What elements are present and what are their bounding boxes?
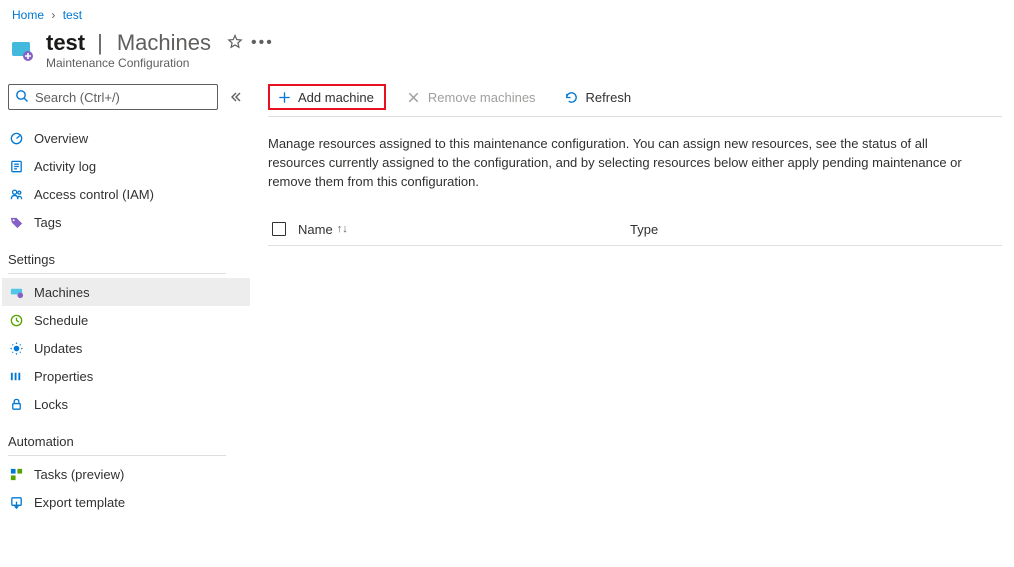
sidebar-item-label: Machines (34, 285, 90, 300)
breadcrumb-current[interactable]: test (63, 8, 82, 22)
page-header: test | Machines ••• Maintenance Configur… (0, 26, 1014, 70)
column-type-label: Type (630, 222, 658, 237)
sidebar-item-label: Tags (34, 215, 61, 230)
sidebar-item-access-control[interactable]: Access control (IAM) (2, 180, 250, 208)
page-description: Manage resources assigned to this mainte… (268, 135, 988, 192)
sidebar-item-label: Access control (IAM) (34, 187, 154, 202)
page-title-name: test (46, 30, 85, 56)
more-actions-icon[interactable]: ••• (251, 39, 274, 47)
sidebar-item-activity-log[interactable]: Activity log (2, 152, 250, 180)
refresh-button[interactable]: Refresh (556, 85, 640, 109)
favorite-star-icon[interactable] (227, 34, 243, 53)
people-icon (8, 186, 24, 202)
sidebar-item-updates[interactable]: Updates (2, 334, 250, 362)
sort-icon: ↑↓ (337, 223, 348, 235)
tasks-icon (8, 466, 24, 482)
toolbar: Add machine Remove machines Refresh (268, 84, 1002, 117)
toolbar-label: Remove machines (428, 90, 536, 105)
sidebar-item-locks[interactable]: Locks (2, 390, 250, 418)
remove-machines-button: Remove machines (398, 85, 544, 109)
sidebar-item-label: Activity log (34, 159, 96, 174)
sidebar-item-tasks[interactable]: Tasks (preview) (2, 460, 250, 488)
sidebar-item-machines[interactable]: Machines (2, 278, 250, 306)
chevron-right-icon: › (51, 8, 55, 22)
sidebar-item-label: Schedule (34, 313, 88, 328)
plus-icon (276, 89, 292, 105)
title-divider: | (97, 30, 103, 56)
sidebar-item-label: Properties (34, 369, 93, 384)
sidebar-item-label: Tasks (preview) (34, 467, 124, 482)
column-name-header[interactable]: Name ↑↓ (298, 222, 618, 237)
search-icon (15, 89, 29, 106)
sidebar-search[interactable] (8, 84, 218, 110)
gear-icon (8, 340, 24, 356)
column-type-header[interactable]: Type (630, 222, 658, 237)
select-all-checkbox[interactable] (272, 222, 286, 236)
search-input[interactable] (35, 90, 211, 105)
column-name-label: Name (298, 222, 333, 237)
x-icon (406, 89, 422, 105)
sidebar-item-tags[interactable]: Tags (2, 208, 250, 236)
sidebar-item-label: Locks (34, 397, 68, 412)
collapse-sidebar-icon[interactable] (228, 90, 242, 104)
maintenance-config-icon (8, 36, 36, 64)
breadcrumb: Home › test (0, 0, 1014, 26)
sidebar-item-label: Updates (34, 341, 82, 356)
refresh-icon (564, 89, 580, 105)
page-subtitle: Maintenance Configuration (46, 56, 274, 70)
sidebar-item-label: Overview (34, 131, 88, 146)
sidebar-group-settings: Settings (8, 242, 250, 271)
export-template-icon (8, 494, 24, 510)
overview-icon (8, 130, 24, 146)
clock-icon (8, 312, 24, 328)
machines-icon (8, 284, 24, 300)
sidebar-item-label: Export template (34, 495, 125, 510)
properties-icon (8, 368, 24, 384)
sidebar-group-automation: Automation (8, 424, 250, 453)
breadcrumb-home-link[interactable]: Home (12, 8, 44, 22)
lock-icon (8, 396, 24, 412)
sidebar: Overview Activity log Ac (0, 84, 250, 567)
sidebar-item-properties[interactable]: Properties (2, 362, 250, 390)
activity-log-icon (8, 158, 24, 174)
table-header: Name ↑↓ Type (268, 222, 1002, 246)
sidebar-item-overview[interactable]: Overview (2, 124, 250, 152)
toolbar-label: Refresh (586, 90, 632, 105)
main-content: Add machine Remove machines Refresh (250, 84, 1014, 567)
page-title-section: Machines (117, 30, 211, 56)
add-machine-button[interactable]: Add machine (268, 84, 386, 110)
sidebar-item-export-template[interactable]: Export template (2, 488, 250, 516)
tag-icon (8, 214, 24, 230)
sidebar-item-schedule[interactable]: Schedule (2, 306, 250, 334)
toolbar-label: Add machine (298, 90, 374, 105)
